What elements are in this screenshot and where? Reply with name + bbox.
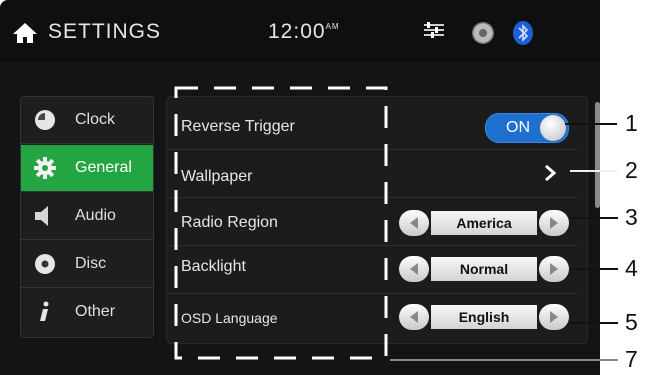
callout-number-5: 5 (625, 309, 638, 335)
divider (21, 287, 153, 288)
sidebar-item-label: Other (75, 303, 116, 320)
home-icon[interactable] (12, 22, 38, 44)
triangle-right-icon (550, 217, 558, 229)
callout-number-7: 7 (625, 346, 638, 372)
sidebar-item-clock[interactable]: Clock (21, 97, 153, 143)
callout-line-4 (570, 268, 618, 270)
callout-line-3 (570, 217, 618, 219)
triangle-left-icon (410, 217, 418, 229)
sidebar-item-disc[interactable]: Disc (21, 241, 153, 287)
sidebar-item-label: Disc (75, 255, 107, 272)
backlight-selector: Normal (399, 256, 569, 282)
callout-line-7 (390, 359, 618, 361)
disc-icon (35, 254, 55, 274)
backlight-prev-button[interactable] (399, 256, 429, 282)
osd-language-prev-button[interactable] (399, 304, 429, 330)
divider (21, 143, 153, 144)
chevron-right-icon[interactable] (543, 163, 557, 183)
triangle-left-icon (410, 311, 418, 323)
sidebar-item-audio[interactable]: Audio (21, 193, 153, 239)
radio-region-value: America (431, 211, 537, 235)
callout-number-1: 1 (625, 110, 638, 136)
clock-time: 12:00 (268, 20, 326, 43)
callout-number-4: 4 (625, 255, 638, 281)
radio-region-next-button[interactable] (539, 210, 569, 236)
triangle-left-icon (410, 263, 418, 275)
settings-sidebar: Clock General Audio Disc Other (20, 96, 154, 338)
bluetooth-icon[interactable] (512, 20, 534, 46)
disc-status-icon (472, 22, 494, 44)
head-unit-screen: SETTINGS 12:00AM Clock General Audio Dis… (0, 0, 600, 375)
clock-display: 12:00AM (268, 20, 340, 44)
osd-language-next-button[interactable] (539, 304, 569, 330)
osd-language-value: English (431, 305, 537, 329)
divider (21, 239, 153, 240)
triangle-right-icon (550, 311, 558, 323)
sidebar-item-label: Audio (75, 207, 116, 224)
radio-region-prev-button[interactable] (399, 210, 429, 236)
sidebar-item-other[interactable]: Other (21, 289, 153, 335)
toggle-state: ON (506, 119, 530, 136)
callout-line-1 (565, 123, 617, 125)
radio-region-selector: America (399, 210, 569, 236)
reverse-trigger-toggle[interactable]: ON (485, 113, 569, 143)
page-title: SETTINGS (48, 20, 162, 43)
info-icon (40, 301, 49, 321)
triangle-right-icon (550, 263, 558, 275)
backlight-next-button[interactable] (539, 256, 569, 282)
callout-number-2: 2 (625, 157, 638, 183)
speaker-icon (35, 206, 48, 226)
divider (21, 191, 153, 192)
sidebar-item-label: General (75, 159, 132, 176)
clock-ampm: AM (325, 22, 340, 31)
toggle-knob (540, 115, 566, 141)
callout-line-2 (570, 170, 618, 172)
sidebar-item-general[interactable]: General (21, 145, 153, 191)
callout-line-5 (570, 322, 618, 324)
osd-language-selector: English (399, 304, 569, 330)
gear-icon (34, 157, 56, 179)
scrollbar[interactable] (595, 102, 600, 208)
status-bar: SETTINGS 12:00AM (0, 0, 600, 62)
callout-number-3: 3 (625, 204, 638, 230)
clock-icon (35, 110, 55, 130)
dashed-callout-region (174, 86, 388, 360)
equalizer-icon[interactable] (422, 21, 446, 41)
sidebar-item-label: Clock (75, 111, 116, 128)
backlight-value: Normal (431, 257, 537, 281)
